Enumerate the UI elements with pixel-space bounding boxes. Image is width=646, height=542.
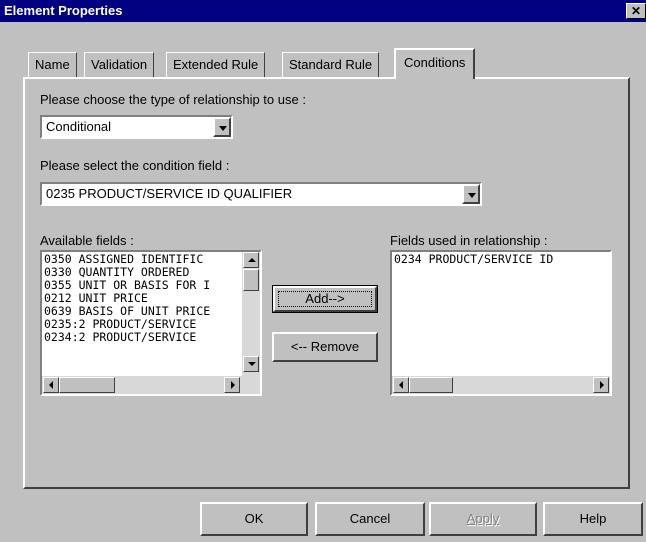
arrow-left-icon xyxy=(49,381,53,389)
cancel-button-label: Cancel xyxy=(349,511,391,526)
tab-validation[interactable]: Validation xyxy=(84,52,155,77)
relationship-type-value: Conditional xyxy=(46,119,112,134)
chevron-down-icon xyxy=(468,193,476,198)
scroll-thumb[interactable] xyxy=(243,269,259,291)
relationship-type-dropdown[interactable]: Conditional xyxy=(40,115,233,139)
scroll-left-button[interactable] xyxy=(43,377,59,393)
window-title: Element Properties xyxy=(4,3,123,18)
remove-button[interactable]: <-- Remove xyxy=(272,332,378,362)
apply-button-label: Apply xyxy=(466,511,500,526)
available-fields-label: Available fields : xyxy=(40,233,134,248)
relationship-type-dropdown-button[interactable] xyxy=(213,117,231,137)
used-fields-list: 0234 PRODUCT/SERVICE ID xyxy=(392,253,610,266)
title-bar[interactable]: Element Properties ✕ xyxy=(0,0,646,22)
condition-field-label: Please select the condition field : xyxy=(40,158,230,173)
focus-ring xyxy=(278,291,372,307)
arrow-left-icon xyxy=(399,381,403,389)
tab-conditions[interactable]: Conditions xyxy=(394,48,476,79)
help-button[interactable]: Help xyxy=(543,502,643,536)
add-button[interactable]: Add--> xyxy=(272,285,378,313)
tab-standard-rule[interactable]: Standard Rule xyxy=(282,52,380,77)
used-fields-horizontal-scrollbar[interactable] xyxy=(392,376,610,394)
relationship-type-label: Please choose the type of relationship t… xyxy=(40,92,306,107)
arrow-right-icon xyxy=(231,381,235,389)
apply-button[interactable]: Apply xyxy=(429,502,537,536)
ok-button[interactable]: OK xyxy=(200,502,308,536)
scroll-right-button[interactable] xyxy=(593,377,609,393)
list-item[interactable]: 0234 PRODUCT/SERVICE ID xyxy=(392,253,610,266)
available-fields-horizontal-scrollbar[interactable] xyxy=(42,376,260,394)
chevron-down-icon xyxy=(219,126,227,131)
scroll-thumb[interactable] xyxy=(59,377,115,393)
cancel-button[interactable]: Cancel xyxy=(315,502,425,536)
available-fields-list: 0350 ASSIGNED IDENTIFIC 0330 QUANTITY OR… xyxy=(42,253,242,344)
scroll-down-button[interactable] xyxy=(243,356,259,372)
help-button-label: Help xyxy=(579,511,607,526)
tab-extended-rule[interactable]: Extended Rule xyxy=(166,52,266,77)
scroll-up-button[interactable] xyxy=(243,252,259,268)
close-icon: ✕ xyxy=(630,4,642,18)
scroll-right-button[interactable] xyxy=(224,377,240,393)
element-properties-dialog: Element Properties ✕ Name Validation Ext… xyxy=(0,0,646,542)
condition-field-value: 0235 PRODUCT/SERVICE ID QUALIFIER xyxy=(46,186,293,201)
available-fields-listbox[interactable]: 0350 ASSIGNED IDENTIFIC 0330 QUANTITY OR… xyxy=(40,250,262,396)
scroll-thumb[interactable] xyxy=(409,377,453,393)
list-item[interactable]: 0234:2 PRODUCT/SERVICE xyxy=(42,331,242,344)
used-fields-label: Fields used in relationship : xyxy=(390,233,548,248)
scroll-left-button[interactable] xyxy=(393,377,409,393)
condition-field-dropdown-button[interactable] xyxy=(462,184,480,204)
remove-button-label: <-- Remove xyxy=(290,339,360,354)
used-fields-listbox[interactable]: 0234 PRODUCT/SERVICE ID xyxy=(390,250,612,396)
available-fields-vertical-scrollbar[interactable] xyxy=(242,252,260,376)
close-button[interactable]: ✕ xyxy=(626,3,646,19)
condition-field-dropdown[interactable]: 0235 PRODUCT/SERVICE ID QUALIFIER xyxy=(40,182,482,206)
arrow-down-icon xyxy=(248,362,256,366)
tab-name[interactable]: Name xyxy=(28,52,77,77)
ok-button-label: OK xyxy=(244,511,264,526)
arrow-up-icon xyxy=(248,258,256,262)
arrow-right-icon xyxy=(600,381,604,389)
